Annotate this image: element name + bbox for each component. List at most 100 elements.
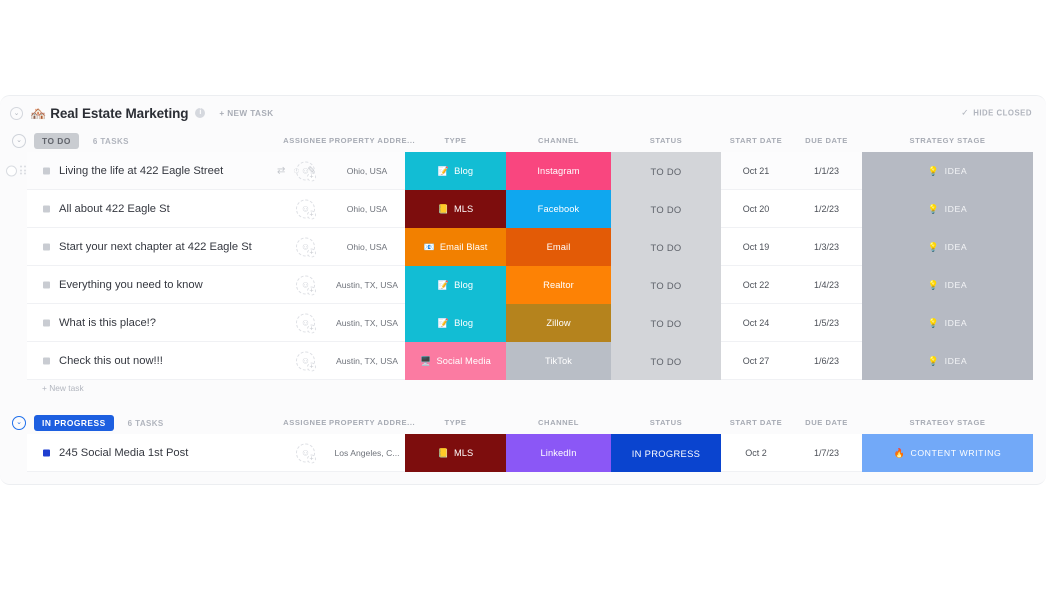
collapse-list-icon[interactable]: ⌄	[10, 106, 23, 120]
channel-chip[interactable]: Facebook	[506, 190, 611, 228]
avatar[interactable]: ☺ +	[296, 237, 316, 258]
due-date-value[interactable]: 1/1/23	[791, 166, 862, 176]
task-status-marker[interactable]	[43, 167, 50, 175]
add-new-task-link[interactable]: + New task	[42, 383, 84, 393]
column-header-type[interactable]: TYPE	[405, 418, 506, 427]
column-header-strategy-stage[interactable]: STRATEGY STAGE	[862, 136, 1033, 145]
property-address-value[interactable]: Austin, TX, USA	[329, 318, 405, 328]
new-task-button[interactable]: + NEW TASK	[219, 109, 273, 118]
table-row[interactable]: Living the life at 422 Eagle Street ⇄ ◌ ✎ ☺ +…	[0, 152, 1046, 190]
column-header-start-date[interactable]: START DATE	[721, 136, 791, 145]
channel-chip[interactable]: Email	[506, 228, 611, 266]
status-chip[interactable]: TO DO	[611, 152, 721, 190]
table-row[interactable]: Start your next chapter at 422 Eagle St ☺…	[0, 228, 1046, 266]
column-header-status[interactable]: STATUS	[611, 418, 721, 427]
status-chip[interactable]: TO DO	[611, 304, 721, 342]
channel-chip[interactable]: Instagram	[506, 152, 611, 190]
type-chip[interactable]: 📧 Email Blast	[405, 228, 506, 266]
due-date-value[interactable]: 1/6/23	[791, 356, 862, 366]
property-address-value[interactable]: Austin, TX, USA	[329, 280, 405, 290]
channel-chip[interactable]: LinkedIn	[506, 434, 611, 472]
task-name[interactable]: Start your next chapter at 422 Eagle St	[59, 241, 252, 253]
channel-chip[interactable]: Zillow	[506, 304, 611, 342]
avatar[interactable]: ☺ +	[296, 199, 316, 220]
type-chip[interactable]: 📝 Blog	[405, 304, 506, 342]
property-address-value[interactable]: Ohio, USA	[329, 166, 405, 176]
property-address-value[interactable]: Los Angeles, C...	[329, 448, 405, 458]
column-header-due-date[interactable]: DUE DATE	[791, 136, 862, 145]
table-row[interactable]: Check this out now!!! ☺ + Austin, TX, USA 🖥️…	[0, 342, 1046, 380]
task-name[interactable]: All about 422 Eagle St	[59, 203, 170, 215]
due-date-value[interactable]: 1/5/23	[791, 318, 862, 328]
avatar[interactable]: ☺ +	[296, 313, 316, 334]
task-name[interactable]: What is this place!?	[59, 317, 156, 329]
avatar[interactable]: ☺ +	[296, 161, 316, 182]
task-complete-checkbox[interactable]	[6, 165, 17, 177]
start-date-value[interactable]: Oct 21	[721, 166, 791, 176]
column-header-property-address[interactable]: PROPERTY ADDRE...	[329, 418, 415, 427]
subtask-icon[interactable]: ⇄	[277, 166, 285, 177]
add-assignee-icon[interactable]: +	[307, 362, 316, 372]
column-header-strategy-stage[interactable]: STRATEGY STAGE	[862, 418, 1033, 427]
task-name[interactable]: Living the life at 422 Eagle Street	[59, 165, 223, 177]
task-status-marker[interactable]	[43, 449, 50, 457]
column-header-due-date[interactable]: DUE DATE	[791, 418, 862, 427]
due-date-value[interactable]: 1/4/23	[791, 280, 862, 290]
column-header-assignee[interactable]: ASSIGNEE	[281, 136, 329, 145]
status-chip[interactable]: TO DO	[611, 266, 721, 304]
column-header-property-address[interactable]: PROPERTY ADDRE...	[329, 136, 415, 145]
due-date-value[interactable]: 1/2/23	[791, 204, 862, 214]
property-address-value[interactable]: Ohio, USA	[329, 242, 405, 252]
column-header-type[interactable]: TYPE	[405, 136, 506, 145]
add-assignee-icon[interactable]: +	[307, 210, 316, 220]
due-date-value[interactable]: 1/3/23	[791, 242, 862, 252]
column-header-start-date[interactable]: START DATE	[721, 418, 791, 427]
type-chip[interactable]: 📒 MLS	[405, 190, 506, 228]
info-icon[interactable]: i	[195, 108, 206, 118]
start-date-value[interactable]: Oct 24	[721, 318, 791, 328]
table-row[interactable]: All about 422 Eagle St ☺ + Ohio, USA 📒 MLS Fac…	[0, 190, 1046, 228]
task-status-marker[interactable]	[43, 319, 50, 327]
add-assignee-icon[interactable]: +	[307, 248, 316, 258]
property-address-value[interactable]: Ohio, USA	[329, 204, 405, 214]
column-header-status[interactable]: STATUS	[611, 136, 721, 145]
task-name[interactable]: Everything you need to know	[59, 279, 203, 291]
strategy-stage-chip[interactable]: 💡 IDEA	[862, 228, 1033, 266]
type-chip[interactable]: 📒 MLS	[405, 434, 506, 472]
table-row[interactable]: What is this place!? ☺ + Austin, TX, USA 📝 Bl…	[0, 304, 1046, 342]
property-address-value[interactable]: Austin, TX, USA	[329, 356, 405, 366]
hide-closed-toggle[interactable]: ✓ HIDE CLOSED	[961, 108, 1032, 119]
add-assignee-icon[interactable]: +	[307, 286, 316, 296]
start-date-value[interactable]: Oct 20	[721, 204, 791, 214]
strategy-stage-chip[interactable]: 🔥 CONTENT WRITING	[862, 434, 1033, 472]
table-row[interactable]: Everything you need to know ☺ + Austin, TX,…	[0, 266, 1046, 304]
start-date-value[interactable]: Oct 19	[721, 242, 791, 252]
column-header-channel[interactable]: CHANNEL	[506, 136, 611, 145]
add-assignee-icon[interactable]: +	[307, 324, 316, 334]
task-status-marker[interactable]	[43, 281, 50, 289]
start-date-value[interactable]: Oct 2	[721, 448, 791, 458]
task-status-marker[interactable]	[43, 357, 50, 365]
status-chip[interactable]: TO DO	[611, 190, 721, 228]
strategy-stage-chip[interactable]: 💡 IDEA	[862, 342, 1033, 380]
strategy-stage-chip[interactable]: 💡 IDEA	[862, 304, 1033, 342]
task-status-marker[interactable]	[43, 205, 50, 213]
drag-handle-icon[interactable]	[20, 165, 26, 177]
channel-chip[interactable]: TikTok	[506, 342, 611, 380]
channel-chip[interactable]: Realtor	[506, 266, 611, 304]
avatar[interactable]: ☺ +	[296, 351, 316, 372]
strategy-stage-chip[interactable]: 💡 IDEA	[862, 190, 1033, 228]
status-chip[interactable]: TO DO	[611, 228, 721, 266]
column-header-channel[interactable]: CHANNEL	[506, 418, 611, 427]
add-assignee-icon[interactable]: +	[307, 172, 316, 182]
start-date-value[interactable]: Oct 22	[721, 280, 791, 290]
type-chip[interactable]: 🖥️ Social Media	[405, 342, 506, 380]
start-date-value[interactable]: Oct 27	[721, 356, 791, 366]
status-chip[interactable]: TO DO	[611, 342, 721, 380]
task-name[interactable]: 245 Social Media 1st Post	[59, 447, 188, 459]
due-date-value[interactable]: 1/7/23	[791, 448, 862, 458]
column-header-assignee[interactable]: ASSIGNEE	[281, 418, 329, 427]
avatar[interactable]: ☺ +	[296, 443, 316, 464]
task-name[interactable]: Check this out now!!!	[59, 355, 163, 367]
type-chip[interactable]: 📝 Blog	[405, 152, 506, 190]
